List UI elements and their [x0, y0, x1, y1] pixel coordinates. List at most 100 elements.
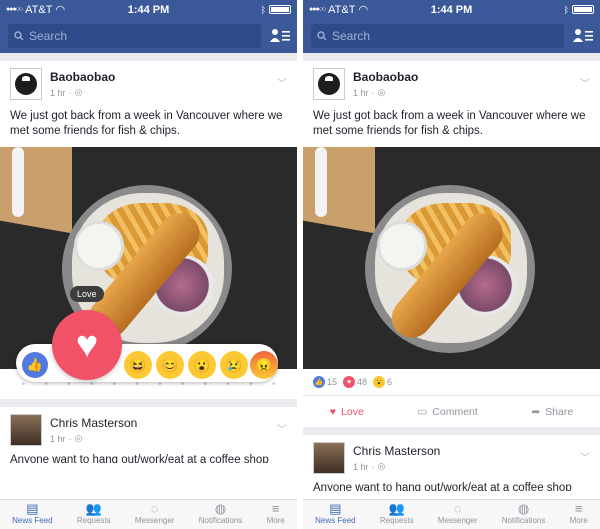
- comment-icon: ▭: [417, 405, 428, 418]
- avatar[interactable]: [313, 68, 345, 100]
- tab-label: News Feed: [315, 516, 356, 525]
- search-icon: [317, 31, 327, 41]
- dot-separator: ·: [371, 87, 375, 98]
- tab-label: Messenger: [437, 516, 478, 525]
- search-icon: [14, 31, 24, 41]
- post-text: We just got back from a week in Vancouve…: [313, 110, 586, 137]
- search-input[interactable]: Search: [311, 24, 564, 48]
- wow-reaction-icon[interactable]: 😮: [188, 351, 216, 379]
- post-card: Baobaobao 1 hr · ◎ ﹀ We just got back from…: [303, 61, 600, 427]
- avatar-2[interactable]: [10, 414, 42, 446]
- wow-mini-icon: 😮: [373, 376, 386, 388]
- nav-bar: Search: [303, 19, 600, 53]
- signal-icon: ●●●○○: [309, 6, 326, 13]
- wow-count: 😮 6: [373, 376, 392, 388]
- post-card-2: Chris Masterson 1 hr · ◎ ﹀ Anyone want to …: [0, 407, 297, 507]
- tab-requests[interactable]: 👥 Requests: [76, 501, 111, 526]
- tab-messenger[interactable]: ◌ Messenger: [438, 501, 478, 525]
- carrier: ●●●○○ AT&T ◠: [309, 3, 368, 17]
- menu-icon: ≡: [574, 501, 583, 516]
- timestamp-2: 1 hr: [50, 433, 66, 444]
- post-photo[interactable]: [0, 147, 297, 369]
- globe-icon-2: ◎: [74, 433, 83, 443]
- search-placeholder: Search: [29, 29, 68, 43]
- avatar-2[interactable]: [313, 442, 345, 474]
- post-time-2: 1 hr · ◎: [353, 461, 440, 472]
- globe-icon: ◍: [517, 500, 530, 516]
- post-meta: Baobaobao 1 hr · ◎: [50, 70, 115, 98]
- wifi-icon: ◠: [55, 4, 66, 16]
- cutting-board: [303, 147, 375, 234]
- tab-notifications[interactable]: ◍ Notifications: [198, 501, 243, 526]
- news-feed-icon: ▤: [26, 500, 39, 516]
- post-text-2: Anyone want to hang out/work/eat at a co…: [313, 482, 572, 491]
- author-name-2[interactable]: Chris Masterson: [50, 416, 137, 430]
- post-header-2: Chris Masterson 1 hr · ◎ ﹀: [303, 435, 600, 481]
- post-meta-2: Chris Masterson 1 hr · ◎: [50, 416, 137, 444]
- messenger-icon: ◌: [150, 501, 159, 516]
- post-header: Baobaobao 1 hr · ◎ ﹀: [303, 61, 600, 107]
- author-name[interactable]: Baobaobao: [353, 70, 418, 84]
- avatar[interactable]: [10, 68, 42, 100]
- tartar-sauce: [74, 221, 124, 271]
- love-reaction-icon[interactable]: ♥: [52, 310, 122, 380]
- comment-button[interactable]: ▭ Comment: [417, 406, 477, 418]
- requests-icon: 👥: [388, 500, 405, 516]
- timestamp-2: 1 hr: [353, 461, 369, 472]
- author-name-2[interactable]: Chris Masterson: [353, 444, 440, 458]
- tab-messenger[interactable]: ◌ Messenger: [135, 501, 175, 525]
- friends-list-icon[interactable]: [269, 27, 291, 45]
- tab-more[interactable]: ≡ More: [570, 501, 588, 525]
- tab-news-feed[interactable]: ▤ News Feed: [315, 501, 356, 526]
- clock: 1:44 PM: [430, 3, 473, 16]
- battery-icon: [572, 5, 594, 14]
- sad-reaction-icon[interactable]: 😢: [220, 351, 248, 379]
- bluetooth-icon: ᛒ: [563, 4, 569, 15]
- tab-notifications[interactable]: ◍ Notifications: [502, 500, 546, 526]
- love-button[interactable]: ♥ Love: [330, 406, 364, 418]
- menu-icon: ≡: [271, 501, 280, 516]
- spoon: [12, 147, 24, 217]
- love-label: Love: [341, 405, 364, 418]
- tab-requests[interactable]: 👥 Requests: [380, 500, 414, 526]
- status-bar: ●●●○○ AT&T ◠ 1:44 PM ᛒ: [0, 0, 297, 19]
- dot-separator-2: ·: [68, 433, 72, 444]
- reaction-counts[interactable]: 👍 15 ♥ 48 😮 6: [303, 369, 600, 395]
- chevron-down-icon[interactable]: ﹀: [277, 75, 287, 90]
- nav-bar: Search: [0, 19, 297, 53]
- share-label: Share: [545, 405, 574, 418]
- yay-reaction-icon[interactable]: 😊: [156, 351, 184, 379]
- post-photo[interactable]: [303, 147, 600, 369]
- tab-label: Notifications: [198, 516, 243, 525]
- like-reaction-icon[interactable]: 👍: [22, 352, 48, 378]
- post-text: We just got back from a week in Vancouve…: [10, 110, 283, 137]
- messenger-icon: ◌: [453, 501, 462, 516]
- chevron-down-icon[interactable]: ﹀: [580, 75, 590, 90]
- post-meta: Baobaobao 1 hr · ◎: [353, 70, 418, 98]
- post-meta-2: Chris Masterson 1 hr · ◎: [353, 444, 440, 472]
- share-button[interactable]: ➦ Share: [531, 406, 573, 418]
- phone-left: ●●●○○ AT&T ◠ 1:44 PM ᛒ Search Baobaobao …: [0, 0, 297, 529]
- heart-icon: ♥: [329, 405, 337, 418]
- friends-list-icon[interactable]: [572, 27, 594, 45]
- angry-reaction-icon[interactable]: 😠: [250, 351, 278, 379]
- tab-news-feed[interactable]: ▤ News Feed: [12, 500, 52, 526]
- post-time: 1 hr · ◎: [50, 87, 115, 98]
- chevron-down-icon-2[interactable]: ﹀: [277, 421, 287, 436]
- reaction-tooltip: Love: [70, 286, 104, 302]
- timestamp: 1 hr: [50, 87, 66, 98]
- clock: 1:44 PM: [127, 3, 170, 16]
- signal-icon: ●●●○○: [6, 6, 23, 13]
- tab-label: More: [569, 516, 588, 525]
- like-count: 👍 15: [313, 376, 337, 388]
- bun-logo-icon: [318, 73, 340, 95]
- timestamp: 1 hr: [353, 87, 369, 98]
- tab-label: Requests: [76, 516, 111, 525]
- status-right: ᛒ: [261, 5, 291, 15]
- haha-reaction-icon[interactable]: 😆: [124, 351, 152, 379]
- love-count-value: 48: [357, 377, 368, 387]
- tab-more[interactable]: ≡ More: [267, 501, 285, 525]
- chevron-down-icon-2[interactable]: ﹀: [580, 449, 590, 464]
- search-input[interactable]: Search: [8, 24, 261, 48]
- author-name[interactable]: Baobaobao: [50, 70, 115, 84]
